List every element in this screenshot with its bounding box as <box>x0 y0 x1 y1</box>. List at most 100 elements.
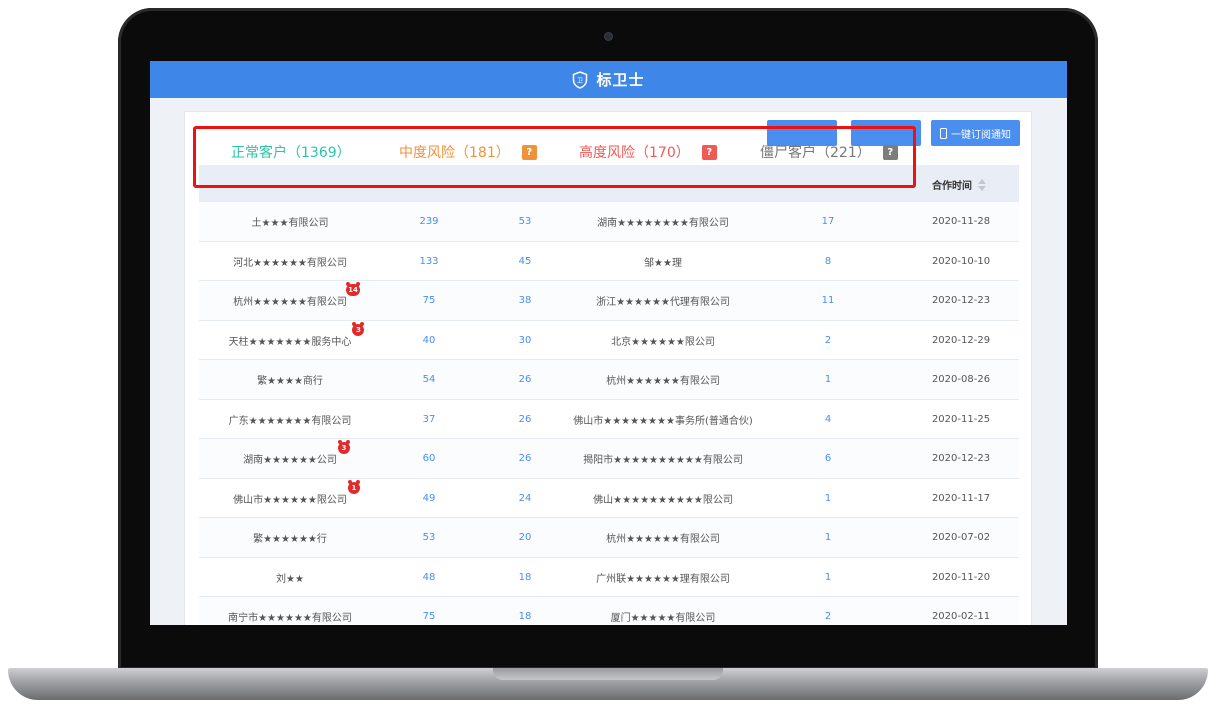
customer-name-cell: 天柱★★★★★★★服务中心 3 <box>199 321 381 361</box>
question-icon[interactable]: ? <box>521 144 537 160</box>
table-row[interactable]: 广东★★★★★★★有限公司 37 26 佛山市★★★★★★★★事务所(普通合伙) 4 20… <box>199 399 1019 440</box>
app-title: 标卫士 <box>596 71 645 89</box>
count-2-cell[interactable]: 30 <box>477 321 573 361</box>
app-header: 卫 标卫士 <box>150 61 1067 98</box>
count-3-cell[interactable]: 2 <box>753 597 903 625</box>
count-3-cell[interactable]: 11 <box>753 281 903 321</box>
coop-date-cell: 2020-07-02 <box>931 532 991 544</box>
subscribe-notification-button[interactable]: 一键订阅通知 <box>931 120 1020 146</box>
customer-name-label: 杭州★★★★★★有限公司 <box>233 297 347 309</box>
coop-time-column-header[interactable]: 合作时间 <box>932 177 986 192</box>
table-row[interactable]: 杭州★★★★★★有限公司 14 75 38 浙江★★★★★★代理有限公司 11 2020-1… <box>199 281 1019 321</box>
count-1-cell[interactable]: 60 <box>381 439 477 479</box>
agent-name-cell: 佛山市★★★★★★★★事务所(普通合伙) <box>573 415 753 427</box>
sort-icon[interactable] <box>978 178 986 191</box>
agent-name-cell: 揭阳市★★★★★★★★★★有限公司 <box>583 455 743 467</box>
customer-name-text: 湖南★★★★★★公司 3 <box>243 440 350 466</box>
count-1-cell[interactable]: 239 <box>381 202 477 242</box>
table-row[interactable]: 繁★★★★商行 54 26 杭州★★★★★★有限公司 1 2020-08-26 <box>199 360 1019 400</box>
count-1-cell[interactable]: 75 <box>381 597 477 625</box>
customer-name-cell: 繁★★★★★★行 <box>253 534 327 546</box>
customer-name-cell: 佛山市★★★★★★限公司 1 <box>199 479 381 519</box>
count-3-cell[interactable]: 1 <box>753 479 903 519</box>
coop-date-cell: 2020-11-20 <box>931 571 991 583</box>
customer-name-cell: 南宁市★★★★★★有限公司 <box>228 613 352 625</box>
agent-name-cell: 北京★★★★★★限公司 <box>611 336 715 348</box>
main-panel: 一键订阅通知 合作时间 正常客户（1369） 中度风险（181） ? 高度风险（… <box>184 111 1032 625</box>
coop-date-cell: 2020-11-25 <box>931 413 991 425</box>
customer-name-cell: 广东★★★★★★★有限公司 <box>228 415 352 427</box>
customer-name-text: 杭州★★★★★★有限公司 14 <box>233 282 360 309</box>
count-3-cell[interactable]: 1 <box>753 518 903 558</box>
count-2-cell[interactable]: 38 <box>477 281 573 321</box>
stat-high-risk[interactable]: 高度风险（170） ? <box>579 142 717 162</box>
stat-medium-risk[interactable]: 中度风险（181） ? <box>399 142 537 162</box>
count-2-cell[interactable]: 26 <box>477 360 573 400</box>
agent-name-cell: 浙江★★★★★★代理有限公司 <box>596 297 730 309</box>
agent-name-cell: 杭州★★★★★★有限公司 <box>606 376 720 388</box>
question-icon[interactable]: ? <box>701 144 717 160</box>
table-row[interactable]: 河北★★★★★★有限公司 133 45 邹★★理 8 2020-10-10 <box>199 241 1019 282</box>
subscribe-button-label: 一键订阅通知 <box>951 129 1011 141</box>
table-body: 土★★★有限公司 239 53 湖南★★★★★★★★有限公司 17 2020-11-28 河… <box>199 202 1019 625</box>
count-3-cell[interactable]: 2 <box>753 321 903 361</box>
customer-name-cell: 土★★★有限公司 <box>251 218 329 230</box>
table-row[interactable]: 土★★★有限公司 239 53 湖南★★★★★★★★有限公司 17 2020-11-28 <box>199 202 1019 242</box>
count-2-cell[interactable]: 18 <box>477 558 573 598</box>
count-3-cell[interactable]: 17 <box>753 202 903 242</box>
count-2-cell[interactable]: 24 <box>477 479 573 519</box>
table-row[interactable]: 佛山市★★★★★★限公司 1 49 24 佛山★★★★★★★★★★限公司 1 2020-11… <box>199 478 1019 519</box>
customer-name-text: 佛山市★★★★★★限公司 1 <box>233 479 360 506</box>
table-row[interactable]: 天柱★★★★★★★服务中心 3 40 30 北京★★★★★★限公司 2 2020-12-29 <box>199 320 1019 361</box>
stat-zombie-label: 僵尸客户（221） <box>760 145 871 161</box>
coop-date-cell: 2020-12-23 <box>931 453 991 465</box>
agent-name-cell: 厦门★★★★★有限公司 <box>610 613 716 625</box>
coop-date-cell: 2020-02-11 <box>931 611 991 623</box>
coop-date-cell: 2020-12-29 <box>931 334 991 346</box>
customer-name-cell: 繁★★★★商行 <box>257 376 323 388</box>
customer-name-cell: 湖南★★★★★★公司 3 <box>199 439 381 479</box>
count-1-cell[interactable]: 48 <box>381 558 477 598</box>
agent-name-cell: 广州联★★★★★★理有限公司 <box>596 573 730 585</box>
count-3-cell[interactable]: 4 <box>753 400 903 440</box>
count-1-cell[interactable]: 54 <box>381 360 477 400</box>
count-1-cell[interactable]: 37 <box>381 400 477 440</box>
count-2-cell[interactable]: 26 <box>477 400 573 440</box>
stat-normal-customers[interactable]: 正常客户（1369） <box>231 142 351 162</box>
table-row[interactable]: 刘★★ 48 18 广州联★★★★★★理有限公司 1 2020-11-20 <box>199 557 1019 598</box>
count-2-cell[interactable]: 45 <box>477 242 573 282</box>
count-3-cell[interactable]: 8 <box>753 242 903 282</box>
phone-icon <box>940 127 947 139</box>
badge-icon: 14 <box>346 282 360 297</box>
count-2-cell[interactable]: 20 <box>477 518 573 558</box>
coop-time-label: 合作时间 <box>932 181 972 192</box>
count-1-cell[interactable]: 49 <box>381 479 477 519</box>
count-2-cell[interactable]: 18 <box>477 597 573 625</box>
count-1-cell[interactable]: 53 <box>381 518 477 558</box>
count-2-cell[interactable]: 53 <box>477 202 573 242</box>
stat-medium-label: 中度风险（181） <box>399 145 510 161</box>
webcam <box>605 33 612 40</box>
stat-high-label: 高度风险（170） <box>579 145 690 161</box>
customer-name-text: 天柱★★★★★★★服务中心 3 <box>229 321 365 348</box>
coop-date-cell: 2020-08-26 <box>931 374 991 386</box>
count-1-cell[interactable]: 75 <box>381 281 477 321</box>
count-1-cell[interactable]: 40 <box>381 321 477 361</box>
stat-normal-label: 正常客户（1369） <box>231 145 351 161</box>
table-row[interactable]: 南宁市★★★★★★有限公司 75 18 厦门★★★★★有限公司 2 2020-02-11 <box>199 597 1019 625</box>
table-row[interactable]: 繁★★★★★★行 53 20 杭州★★★★★★有限公司 1 2020-07-02 <box>199 518 1019 558</box>
customer-name-cell: 河北★★★★★★有限公司 <box>233 257 347 269</box>
table-row[interactable]: 湖南★★★★★★公司 3 60 26 揭阳市★★★★★★★★★★有限公司 6 2020-12… <box>199 439 1019 479</box>
shield-logo-icon: 卫 <box>573 70 588 89</box>
count-3-cell[interactable]: 1 <box>753 558 903 598</box>
customer-stats-bar: 正常客户（1369） 中度风险（181） ? 高度风险（170） ? 僵尸客户（… <box>195 128 905 176</box>
customer-name-cell: 杭州★★★★★★有限公司 14 <box>199 281 381 321</box>
question-icon[interactable]: ? <box>882 144 898 160</box>
count-3-cell[interactable]: 6 <box>753 439 903 479</box>
coop-date-cell: 2020-10-10 <box>931 255 991 267</box>
count-3-cell[interactable]: 1 <box>753 360 903 400</box>
count-2-cell[interactable]: 26 <box>477 439 573 479</box>
stat-zombie-customers[interactable]: 僵尸客户（221） ? <box>760 142 898 162</box>
laptop-notch <box>493 668 723 680</box>
count-1-cell[interactable]: 133 <box>381 242 477 282</box>
